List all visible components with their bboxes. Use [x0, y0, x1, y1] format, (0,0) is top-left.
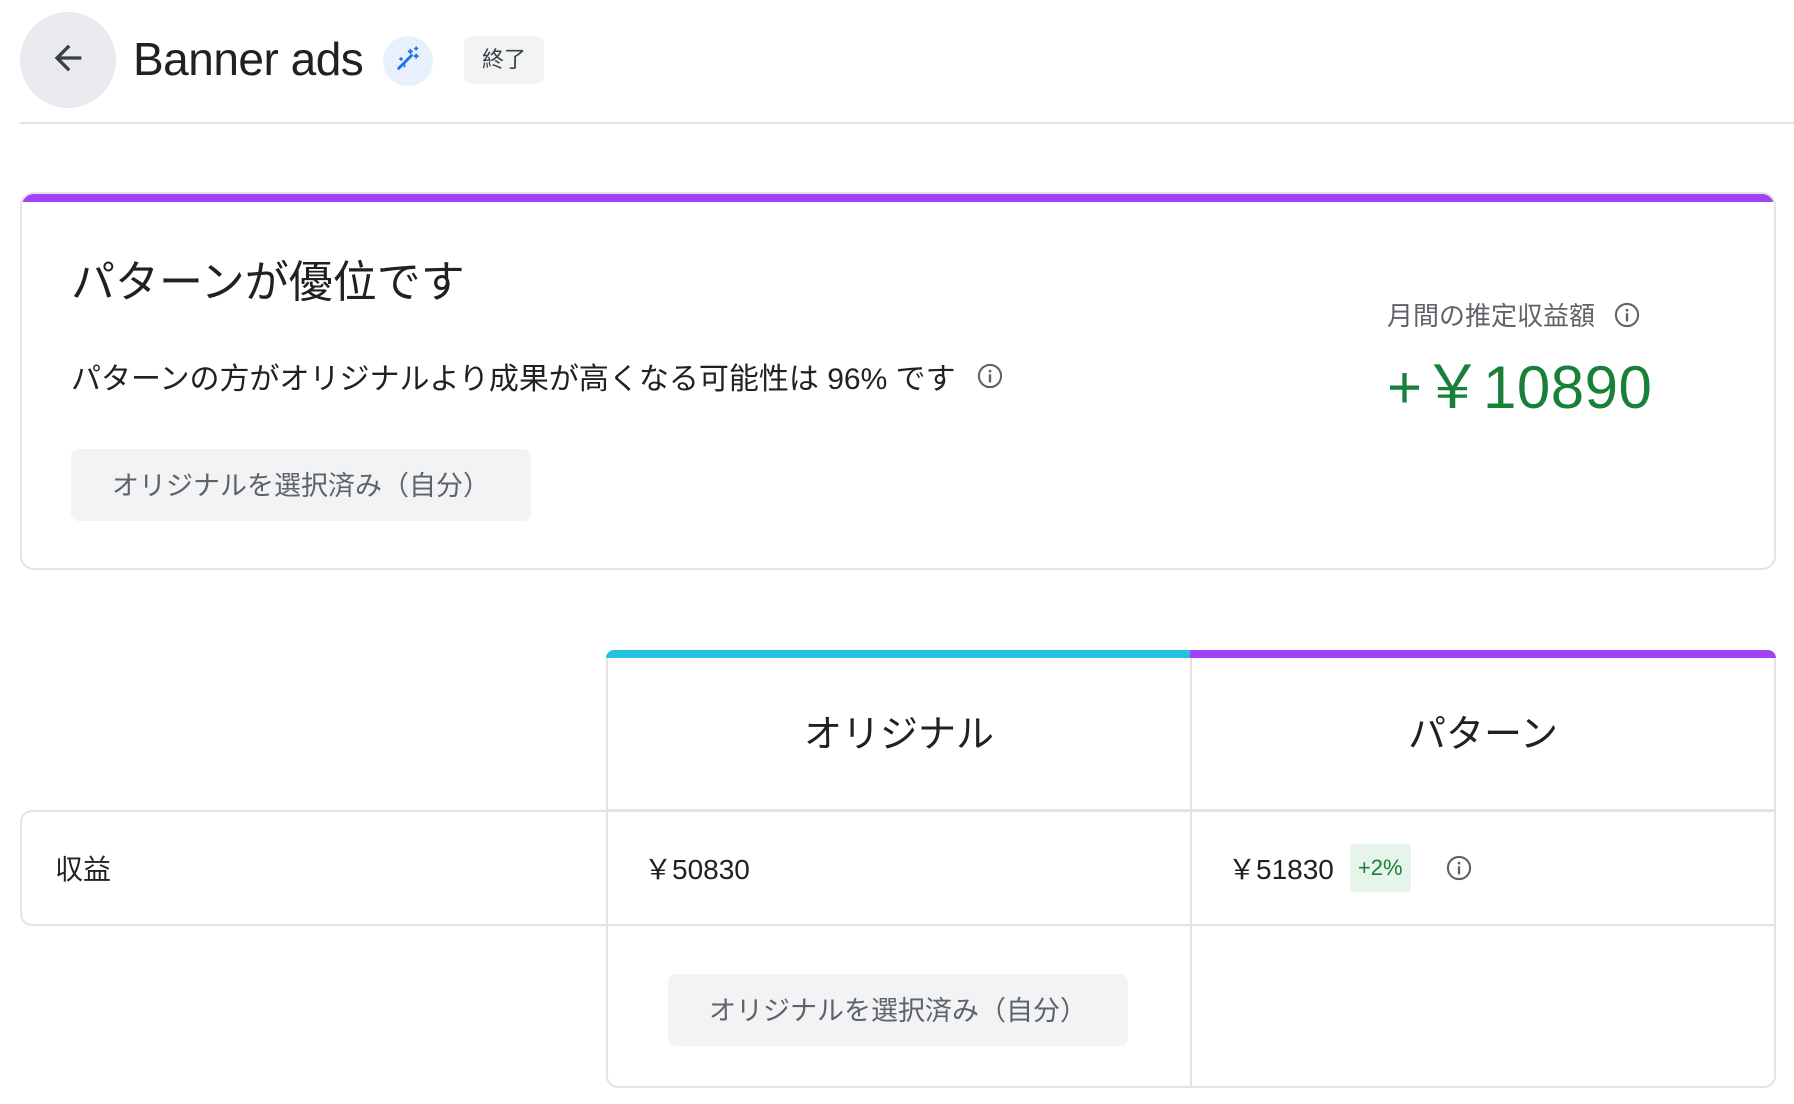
- original-selected-button[interactable]: オリジナルを選択済み（自分）: [668, 974, 1128, 1046]
- back-button[interactable]: [20, 12, 116, 108]
- info-icon[interactable]: [1445, 854, 1473, 882]
- action-cell-original: オリジナルを選択済み（自分）: [606, 924, 1192, 1088]
- original-selected-button[interactable]: オリジナルを選択済み（自分）: [71, 449, 531, 521]
- change-badge: +2%: [1349, 844, 1411, 892]
- column-label-pattern: パターン: [1407, 714, 1559, 756]
- magic-wand-icon: [394, 45, 422, 78]
- magic-wand-button[interactable]: [383, 36, 433, 86]
- column-header-original: オリジナル: [606, 650, 1192, 812]
- earnings-value: +￥10890: [1387, 354, 1653, 421]
- info-icon[interactable]: [976, 362, 1004, 390]
- page-title: Banner ads: [133, 33, 364, 85]
- column-label-original: オリジナル: [803, 714, 994, 756]
- earnings-label-text: 月間の推定収益額: [1387, 301, 1596, 331]
- card-accent-bar: [22, 194, 1774, 202]
- column-header-pattern: パターン: [1190, 650, 1776, 812]
- column-accent-bar-pattern: [1190, 650, 1776, 658]
- column-accent-bar-original: [606, 650, 1192, 658]
- page-header: Banner ads 終了: [20, 12, 1794, 124]
- info-icon[interactable]: [1613, 301, 1641, 329]
- row-label-revenue: 収益: [20, 810, 608, 926]
- action-cell-pattern: [1190, 924, 1776, 1088]
- status-badge: 終了: [464, 36, 545, 84]
- result-description: パターンの方がオリジナルより成果が高くなる可能性は 96% です: [71, 354, 1004, 398]
- earnings-label: 月間の推定収益額: [1387, 296, 1641, 333]
- result-heading: パターンが優位です: [71, 258, 465, 307]
- original-revenue-value: ￥50830: [644, 854, 750, 885]
- pattern-revenue-value: ￥51830: [1228, 854, 1334, 885]
- cell-pattern-revenue: ￥51830 +2%: [1190, 810, 1776, 926]
- result-summary-card: パターンが優位です パターンの方がオリジナルより成果が高くなる可能性は 96% …: [20, 192, 1776, 570]
- cell-original-revenue: ￥50830: [606, 810, 1192, 926]
- arrow-back-icon: [48, 38, 88, 83]
- result-description-text: パターンの方がオリジナルより成果が高くなる可能性は 96% です: [71, 363, 956, 396]
